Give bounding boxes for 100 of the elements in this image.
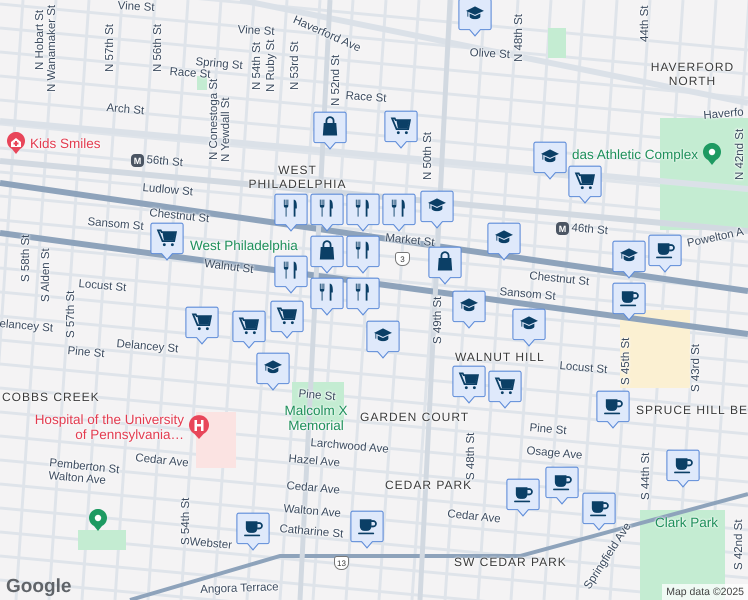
street-label: Angora Terrace [200,581,279,597]
street-label: Cedar Ave [134,452,190,471]
graduation-cap-icon [460,298,478,312]
street-label: Catharine St [278,523,344,542]
shopping-cart-icon [156,229,178,246]
shopping-cart-icon [574,172,596,190]
neighborhood-label: WALNUT HILL [455,350,545,364]
street-label: Haverfo [703,106,744,123]
metro-station-marker[interactable]: M [556,222,569,235]
place-label[interactable]: Hospital of the University of Pennsylvania… [26,412,184,442]
street-label: Walnut St [203,258,254,277]
street-label: S 57th St [65,290,78,338]
street-label: Locust St [558,360,608,378]
street-label: Pine St [66,345,105,362]
shopping-cart-icon [276,307,298,324]
metro-station-marker[interactable]: M [131,154,144,167]
place-label[interactable]: Kids Smiles [30,136,101,150]
street-label: N Yewdall St [220,97,233,162]
street-label: Hazel Ave [288,453,340,470]
coffee-cup-icon [674,458,693,474]
graduation-cap-icon [620,248,638,262]
route-shield: 3 [395,252,410,266]
street-label: S 45th St [620,338,633,385]
street-label: N Conestoga St [208,78,220,160]
street-label: N 57th St [104,24,117,72]
street-label: Vine St [237,24,275,39]
coffee-cup-icon [514,487,533,502]
hospital-grounds [196,412,236,468]
street-label: N 54th St [251,42,264,90]
street-label: N 42nd St [734,128,747,180]
street-label: Cedar Ave [446,508,502,527]
street-label: Race St [169,66,211,81]
graduation-cap-icon [466,6,484,20]
place-label[interactable]: das Athletic Complex [572,146,698,162]
location-pin-icon [702,143,722,165]
neighborhood-label: SPRUCE HILL [636,403,726,417]
street-label: 44th St [639,6,652,42]
street-label: Market St [384,232,435,250]
neighborhood-label: BE [730,403,748,417]
place-label[interactable]: West Philadelphia [190,238,298,253]
shopping-cart-icon [390,117,412,134]
fork-knife-icon [320,284,333,301]
street-label: Chestnut St [148,207,210,226]
coffee-cup-icon [620,291,639,306]
fork-knife-icon [284,200,297,217]
place-label[interactable]: Malcolm X Memorial [276,403,356,433]
street-label: Pine St [298,388,336,404]
neighborhood-label: HAVERFORD NORTH [650,60,736,88]
place-label[interactable]: Clark Park [655,515,718,530]
street-label: Cedar Ave [286,480,340,498]
street-label: Webster [188,536,232,553]
coffee-cup-icon [244,521,263,536]
street-label: S 42nd St [733,519,746,570]
graduation-cap-icon [495,230,513,244]
street-label: Powelton A [686,226,745,251]
street-label: S 43rd St [690,344,703,392]
street-label: S 49th St [432,296,445,344]
street-label: Osage Ave [526,445,583,463]
street-label: N Hobart St [34,10,46,70]
fork-knife-icon [284,262,297,279]
street-label: N 56th St [152,24,165,72]
neighborhood-label: SW CEDAR PARK [454,555,567,569]
street-label: 56th St [146,154,184,170]
street-label: Vine St [117,0,155,15]
coffee-cup-icon [656,243,675,258]
shopping-cart-icon [458,372,480,390]
coffee-cup-icon [553,475,572,490]
street-label: Delancey St [116,338,179,356]
neighborhood-label: COBBS CREEK [2,390,100,404]
street-label: Larchwood Ave [310,437,390,456]
clinic-pin-icon [6,132,26,154]
street-label: 46th St [570,222,608,238]
park-area [197,76,207,90]
street-label: S 44th St [640,452,653,500]
graduation-cap-icon [374,328,392,342]
map-attribution[interactable]: Map data ©2025 [662,584,748,600]
neighborhood-label: GARDEN COURT [360,410,470,424]
street-label: N 50th St [422,132,435,180]
hospital-pin-icon [188,415,210,439]
street-label: S 48th St [465,432,478,480]
coffee-cup-icon [358,519,377,534]
park-area [548,28,566,58]
street-label: Olive St [469,47,510,62]
fork-knife-icon [356,200,369,217]
shopping-bag-icon [322,116,338,136]
street-label: S 58th St [20,234,33,282]
shopping-cart-icon [494,377,516,394]
street-label: Locust St [78,278,127,296]
street-label: S Alden St [40,248,53,302]
shopping-cart-icon [192,313,212,330]
shopping-bag-icon [320,240,334,260]
coffee-cup-icon [604,399,623,414]
graduation-cap-icon [428,198,446,212]
street-label: N Ruby St [265,40,278,92]
neighborhood-label: WEST PHILADELPHIA [247,163,348,191]
street-label: Walton Ave [282,503,342,521]
fork-knife-icon [392,200,405,217]
street-label: Pine St [528,422,567,438]
street-label: Sansom St [86,216,144,234]
fork-knife-icon [320,200,333,217]
